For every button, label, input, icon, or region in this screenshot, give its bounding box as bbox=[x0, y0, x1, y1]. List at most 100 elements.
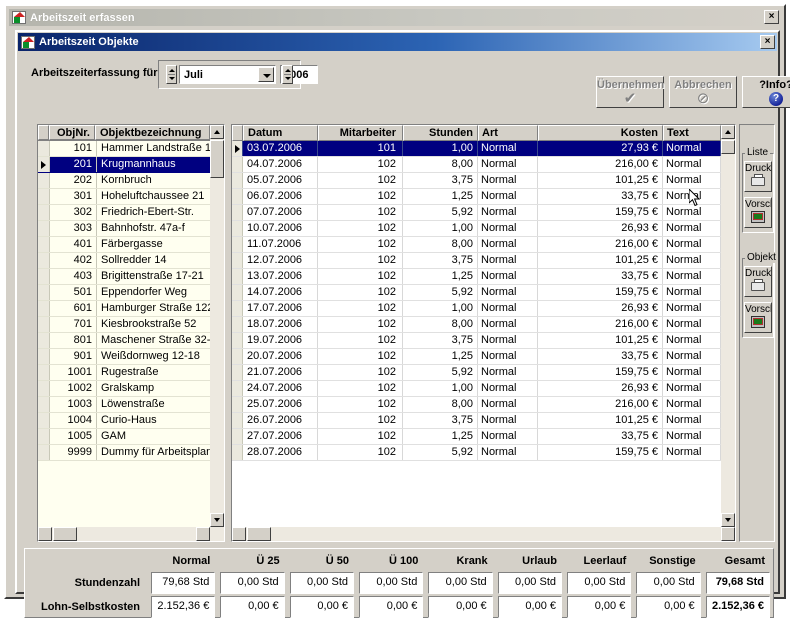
object-row[interactable]: 302 Friedrich-Ebert-Str. bbox=[38, 205, 224, 221]
timesheet-cell-mitarbeiter: 102 bbox=[318, 173, 403, 188]
outer-titlebar[interactable]: Arbeitszeit erfassen bbox=[9, 9, 781, 26]
outer-close-button[interactable]: × bbox=[764, 10, 779, 24]
object-row[interactable]: 101 Hammer Landstraße 148 bbox=[38, 141, 224, 157]
summary-cell[interactable]: 0,00 € bbox=[636, 596, 701, 618]
summary-cell[interactable]: 0,00 € bbox=[289, 596, 354, 618]
object-scroll-thumb[interactable] bbox=[210, 140, 224, 178]
object-scroll-down-button[interactable] bbox=[210, 513, 224, 527]
cancel-button[interactable]: Abbrechen ⊘ bbox=[669, 76, 737, 108]
object-row[interactable]: 402 Sollredder 14 bbox=[38, 253, 224, 269]
table-row[interactable]: 20.07.2006 102 1,25 Normal 33,75 € Normal bbox=[232, 349, 721, 365]
object-row[interactable]: 801 Maschener Straße 32-34 bbox=[38, 333, 224, 349]
summary-cell[interactable]: 79,68 Std bbox=[151, 572, 216, 594]
info-button[interactable]: ?Info? ? bbox=[742, 76, 790, 108]
table-row[interactable]: 10.07.2006 102 1,00 Normal 26,93 € Normal bbox=[232, 221, 721, 237]
chevron-down-icon[interactable] bbox=[258, 67, 274, 82]
object-row[interactable]: 202 Kornbruch bbox=[38, 173, 224, 189]
table-row[interactable]: 11.07.2006 102 8,00 Normal 216,00 € Normal bbox=[232, 237, 721, 253]
timesheet-header-stunden[interactable]: Stunden bbox=[403, 125, 478, 141]
object-row[interactable]: 601 Hamburger Straße 122 bbox=[38, 301, 224, 317]
object-row[interactable]: 9999 Dummy für Arbeitsplanung (Glasr bbox=[38, 445, 224, 461]
timesheet-grid[interactable]: Datum Mitarbeiter Stunden Art Kosten Tex… bbox=[231, 124, 736, 542]
timesheet-header-art[interactable]: Art bbox=[478, 125, 538, 141]
summary-total-cell[interactable]: 79,68 Std bbox=[705, 572, 770, 594]
timesheet-header-text[interactable]: Text bbox=[663, 125, 721, 141]
table-row[interactable]: 27.07.2006 102 1,25 Normal 33,75 € Normal bbox=[232, 429, 721, 445]
summary-cell[interactable]: 0,00 € bbox=[567, 596, 632, 618]
apply-button[interactable]: Übernehmen ✔ bbox=[596, 76, 664, 108]
object-row[interactable]: 401 Färbergasse bbox=[38, 237, 224, 253]
table-row[interactable]: 07.07.2006 102 5,92 Normal 159,75 € Normal bbox=[232, 205, 721, 221]
timesheet-scroll-right-button[interactable] bbox=[721, 527, 735, 541]
summary-total-cell[interactable]: 2.152,36 € bbox=[705, 596, 770, 618]
timesheet-hscroll-thumb[interactable] bbox=[247, 527, 271, 541]
table-row[interactable]: 24.07.2006 102 1,00 Normal 26,93 € Normal bbox=[232, 381, 721, 397]
table-row[interactable]: 21.07.2006 102 5,92 Normal 159,75 € Normal bbox=[232, 365, 721, 381]
month-select[interactable]: Juli bbox=[179, 65, 276, 84]
timesheet-scroll-down-button[interactable] bbox=[721, 513, 735, 527]
object-grid-vscrollbar[interactable] bbox=[210, 125, 224, 527]
liste-druck-button[interactable]: Druck bbox=[744, 161, 772, 192]
object-scroll-left-button[interactable] bbox=[38, 527, 52, 541]
object-grid-header-bezeichnung[interactable]: Objektbezeichnung bbox=[95, 125, 210, 140]
object-hscroll-thumb[interactable] bbox=[53, 527, 77, 541]
object-scroll-right-button[interactable] bbox=[196, 527, 210, 541]
object-row[interactable]: 201 Krugmannhaus bbox=[38, 157, 224, 173]
summary-cell[interactable]: 0,00 Std bbox=[567, 572, 632, 594]
summary-cell[interactable]: 0,00 € bbox=[497, 596, 562, 618]
object-grid-header-objnr[interactable]: ObjNr. bbox=[49, 125, 95, 140]
table-row[interactable]: 04.07.2006 102 8,00 Normal 216,00 € Normal bbox=[232, 157, 721, 173]
table-row[interactable]: 14.07.2006 102 5,92 Normal 159,75 € Normal bbox=[232, 285, 721, 301]
summary-cell[interactable]: 0,00 € bbox=[359, 596, 424, 618]
table-row[interactable]: 13.07.2006 102 1,25 Normal 33,75 € Normal bbox=[232, 269, 721, 285]
month-spinner[interactable] bbox=[166, 65, 177, 84]
timesheet-scroll-thumb[interactable] bbox=[721, 140, 735, 154]
child-close-button[interactable]: × bbox=[760, 35, 775, 49]
object-scroll-up-button[interactable] bbox=[210, 125, 224, 139]
timesheet-header-datum[interactable]: Datum bbox=[243, 125, 318, 141]
object-grid-hscrollbar[interactable] bbox=[38, 527, 224, 541]
table-row[interactable]: 06.07.2006 102 1,25 Normal 33,75 € Normal bbox=[232, 189, 721, 205]
table-row[interactable]: 03.07.2006 101 1,00 Normal 27,93 € Normal bbox=[232, 141, 721, 157]
summary-cell[interactable]: 0,00 Std bbox=[497, 572, 562, 594]
timesheet-scroll-up-button[interactable] bbox=[721, 125, 735, 139]
table-row[interactable]: 25.07.2006 102 8,00 Normal 216,00 € Normal bbox=[232, 397, 721, 413]
table-row[interactable]: 28.07.2006 102 5,92 Normal 159,75 € Normal bbox=[232, 445, 721, 461]
objekt-vorschau-button[interactable]: Vorschau bbox=[744, 302, 772, 333]
year-spinner[interactable] bbox=[282, 65, 293, 84]
object-row[interactable]: 1001 Rugestraße bbox=[38, 365, 224, 381]
timesheet-scroll-left-button[interactable] bbox=[232, 527, 246, 541]
table-row[interactable]: 18.07.2006 102 8,00 Normal 216,00 € Normal bbox=[232, 317, 721, 333]
summary-cell[interactable]: 0,00 € bbox=[220, 596, 285, 618]
timesheet-vscrollbar[interactable] bbox=[721, 125, 735, 527]
liste-vorschau-button[interactable]: Vorschau bbox=[744, 197, 772, 228]
object-row[interactable]: 1004 Curio-Haus bbox=[38, 413, 224, 429]
object-row[interactable]: 1002 Gralskamp bbox=[38, 381, 224, 397]
object-row[interactable]: 303 Bahnhofstr. 47a-f bbox=[38, 221, 224, 237]
object-row[interactable]: 301 Hoheluftchaussee 21 bbox=[38, 189, 224, 205]
summary-cell[interactable]: 0,00 Std bbox=[220, 572, 285, 594]
timesheet-hscrollbar[interactable] bbox=[232, 527, 735, 541]
object-row[interactable]: 1003 Löwenstraße bbox=[38, 397, 224, 413]
object-grid[interactable]: ObjNr. Objektbezeichnung 101 Hammer Lands… bbox=[37, 124, 225, 542]
child-titlebar[interactable]: Arbeitszeit Objekte × bbox=[18, 33, 777, 51]
timesheet-header-mitarbeiter[interactable]: Mitarbeiter bbox=[318, 125, 403, 141]
timesheet-header-kosten[interactable]: Kosten bbox=[538, 125, 663, 141]
table-row[interactable]: 05.07.2006 102 3,75 Normal 101,25 € Normal bbox=[232, 173, 721, 189]
summary-cell[interactable]: 0,00 € bbox=[428, 596, 493, 618]
table-row[interactable]: 12.07.2006 102 3,75 Normal 101,25 € Normal bbox=[232, 253, 721, 269]
table-row[interactable]: 17.07.2006 102 1,00 Normal 26,93 € Normal bbox=[232, 301, 721, 317]
table-row[interactable]: 26.07.2006 102 3,75 Normal 101,25 € Normal bbox=[232, 413, 721, 429]
object-row[interactable]: 403 Brigittenstraße 17-21 bbox=[38, 269, 224, 285]
summary-cell[interactable]: 0,00 Std bbox=[289, 572, 354, 594]
summary-cell[interactable]: 0,00 Std bbox=[636, 572, 701, 594]
summary-cell[interactable]: 2.152,36 € bbox=[151, 596, 216, 618]
summary-cell[interactable]: 0,00 Std bbox=[428, 572, 493, 594]
object-row[interactable]: 1005 GAM bbox=[38, 429, 224, 445]
table-row[interactable]: 19.07.2006 102 3,75 Normal 101,25 € Normal bbox=[232, 333, 721, 349]
objekt-druck-button[interactable]: Druck bbox=[744, 266, 772, 297]
object-row[interactable]: 701 Kiesbrookstraße 52 bbox=[38, 317, 224, 333]
summary-cell[interactable]: 0,00 Std bbox=[359, 572, 424, 594]
object-row[interactable]: 901 Weißdornweg 12-18 bbox=[38, 349, 224, 365]
object-row[interactable]: 501 Eppendorfer Weg bbox=[38, 285, 224, 301]
